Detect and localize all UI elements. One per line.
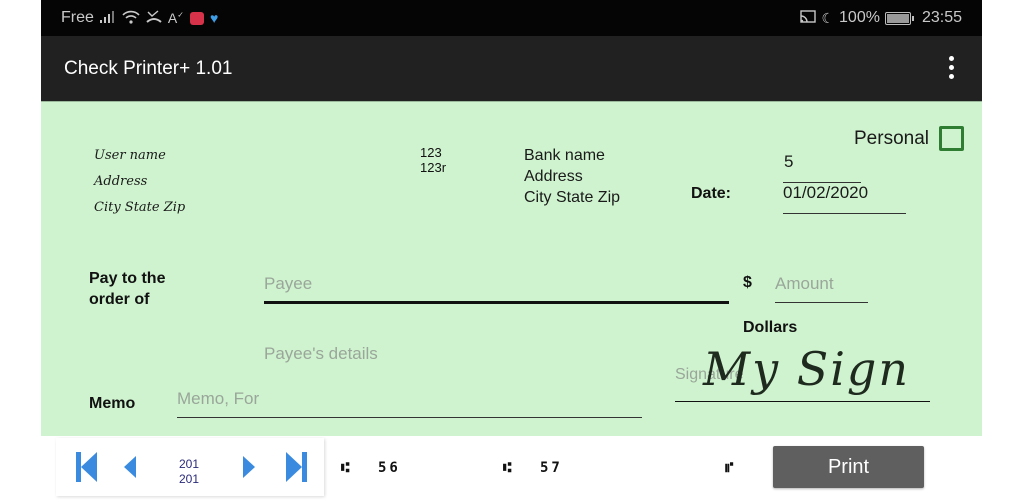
last-page-button[interactable] bbox=[286, 452, 307, 482]
page-total: 201 bbox=[179, 472, 200, 486]
memo-underline bbox=[177, 417, 642, 418]
battery-percent: 100% bbox=[839, 9, 880, 26]
micr-symbol-transit-2: ⑆ bbox=[503, 460, 515, 476]
signature-line bbox=[675, 401, 930, 402]
missed-call-icon bbox=[146, 9, 162, 27]
battery-icon bbox=[884, 11, 914, 25]
personal-toggle[interactable]: Personal bbox=[854, 126, 964, 151]
first-page-button[interactable] bbox=[76, 452, 97, 482]
amount-input[interactable] bbox=[775, 272, 867, 296]
status-bar: Free A✓ ♥ ☾ 100% 23:55 bbox=[41, 0, 982, 36]
date-field[interactable]: 01/02/2020 bbox=[783, 183, 868, 203]
more-options-button[interactable] bbox=[946, 56, 956, 82]
previous-page-button[interactable] bbox=[124, 456, 136, 478]
print-button[interactable]: Print bbox=[773, 446, 924, 488]
app-title: Check Printer+ 1.01 bbox=[64, 58, 233, 79]
payee-underline bbox=[264, 301, 729, 304]
next-page-button[interactable] bbox=[243, 456, 255, 478]
payee-input[interactable] bbox=[264, 272, 724, 296]
routing-top: 123 bbox=[420, 145, 442, 160]
amount-underline bbox=[775, 302, 868, 303]
page-navigator: 201 201 bbox=[56, 438, 324, 496]
wifi-icon bbox=[122, 10, 140, 27]
carrier-label: Free bbox=[61, 9, 94, 26]
bank-city-state-zip: City State Zip bbox=[524, 189, 621, 206]
bank-name: Bank name bbox=[524, 147, 605, 164]
memo-label: Memo bbox=[89, 395, 136, 412]
screen-margin-right bbox=[982, 0, 1024, 500]
last-page-icon bbox=[286, 452, 302, 482]
clock: 23:55 bbox=[921, 9, 962, 26]
owner-address: Address bbox=[94, 174, 148, 189]
chevron-left-icon bbox=[124, 456, 136, 478]
owner-name: User name bbox=[94, 148, 166, 163]
memo-input[interactable] bbox=[177, 387, 637, 411]
screen-margin-left bbox=[0, 0, 41, 500]
dollars-label: Dollars bbox=[743, 319, 798, 336]
signal-icon bbox=[99, 10, 116, 26]
cast-icon bbox=[800, 10, 817, 26]
moon-icon: ☾ bbox=[821, 9, 835, 26]
micr-value-1[interactable]: 56 bbox=[378, 460, 401, 476]
app-bar: Check Printer+ 1.01 bbox=[41, 36, 982, 101]
huawei-app-icon bbox=[189, 11, 204, 25]
app-screen: Free A✓ ♥ ☾ 100% 23:55 Check Printer+ 1.… bbox=[41, 0, 982, 500]
page-current: 201 bbox=[179, 457, 200, 471]
check-form: User name Address City State Zip 123 123… bbox=[41, 101, 982, 437]
micr-value-2[interactable]: 57 bbox=[540, 460, 563, 476]
routing-bottom: 123r bbox=[420, 160, 447, 175]
owner-city-state-zip: City State Zip bbox=[94, 200, 186, 215]
health-app-icon: ♥ bbox=[209, 9, 219, 26]
bottom-toolbar: 201 201 ⑆ 56 ⑆ 57 ⑈ Print bbox=[41, 436, 982, 500]
more-vertical-icon bbox=[948, 56, 954, 61]
bank-address: Address bbox=[524, 168, 583, 185]
date-label: Date: bbox=[691, 185, 732, 202]
payee-details-input[interactable] bbox=[264, 342, 684, 366]
check-number[interactable]: 5 bbox=[784, 152, 793, 172]
text-check-icon: A✓ bbox=[167, 10, 184, 26]
personal-label: Personal bbox=[854, 127, 929, 149]
signature-image[interactable]: My Sign bbox=[703, 342, 910, 396]
personal-checkbox[interactable] bbox=[939, 126, 964, 151]
micr-symbol-onus: ⑈ bbox=[725, 460, 737, 476]
dollar-sign: $ bbox=[743, 274, 752, 291]
chevron-right-icon bbox=[243, 456, 255, 478]
pay-to-label: Pay to the order of bbox=[89, 270, 166, 308]
date-underline bbox=[783, 213, 906, 214]
page-counter: 201 201 bbox=[179, 457, 199, 487]
micr-symbol-transit: ⑆ bbox=[341, 460, 353, 476]
